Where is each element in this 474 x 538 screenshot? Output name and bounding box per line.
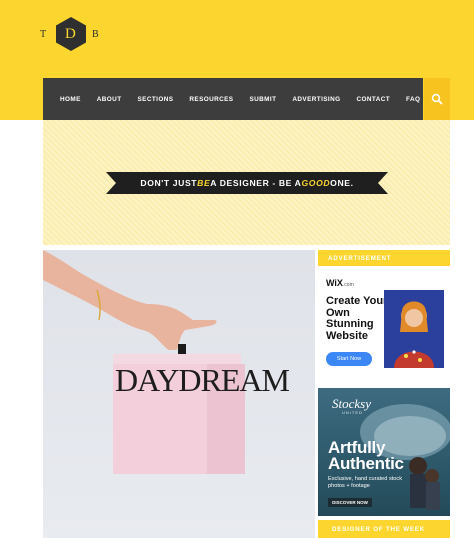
stocksy-headline: Artfully Authentic [328,439,404,473]
featured-article-image[interactable]: DAYDREAM [43,250,315,538]
main-navigation: HOME ABOUT SECTIONS RESOURCES SUBMIT ADV… [43,78,423,120]
tagline-emphasis: GOOD [301,178,331,188]
nav-item-contact[interactable]: CONTACT [356,96,390,103]
woman-portrait-icon [384,290,444,368]
search-icon [431,93,443,105]
site-logo[interactable]: T D B [40,16,100,54]
box-label: DAYDREAM [115,362,290,398]
designer-of-the-week-label[interactable]: DESIGNER OF THE WEEK [318,520,450,538]
logo-letter-d: D [65,26,76,42]
nav-item-about[interactable]: ABOUT [97,96,122,103]
discover-now-button[interactable]: DISCOVER NOW [328,498,372,507]
wix-logo-suffix: .com [342,282,354,288]
nav-item-faq[interactable]: FAQ [406,96,420,103]
logo-letter-t: T [40,29,48,40]
tagline-emphasis: BE [197,178,211,188]
wix-logo-text: WiX [326,278,343,288]
nav-item-sections[interactable]: SECTIONS [138,96,174,103]
start-now-button[interactable]: Start Now [326,352,372,366]
nav-item-resources[interactable]: RESOURCES [189,96,233,103]
search-button[interactable] [424,78,450,120]
wix-logo: WiX.com [326,278,354,288]
tagline-part: DON'T JUST [140,178,198,188]
hand-illustration [43,250,217,358]
nav-item-home[interactable]: HOME [60,96,81,103]
tagline-text: DON'T JUST BE A DESIGNER - BE A GOOD ONE… [106,172,388,194]
tagline-ribbon: DON'T JUST BE A DESIGNER - BE A GOOD ONE… [106,172,388,194]
sidebar: ADVERTISEMENT [318,250,450,266]
nav-item-advertising[interactable]: ADVERTISING [292,96,340,103]
wix-advertisement[interactable]: WiX.com Create Your Own Stunning Website… [318,270,450,384]
logo-letter-b: B [92,29,100,40]
tagline-part: ONE. [330,178,354,188]
wix-screen-image [384,290,444,368]
tagline-part: A DESIGNER - BE A [210,178,302,188]
stocksy-headline-line: Authentic [328,454,404,473]
advertisement-label: ADVERTISEMENT [318,250,450,266]
stocksy-logo-sub: UNITED [342,410,363,415]
nav-item-submit[interactable]: SUBMIT [249,96,276,103]
wix-headline: Create Your Own Stunning Website [326,295,388,342]
stocksy-advertisement[interactable]: Stocksy UNITED Artfully Authentic Exclus… [318,388,450,516]
stocksy-description: Exclusive, hand curated stock photos + f… [328,476,402,489]
